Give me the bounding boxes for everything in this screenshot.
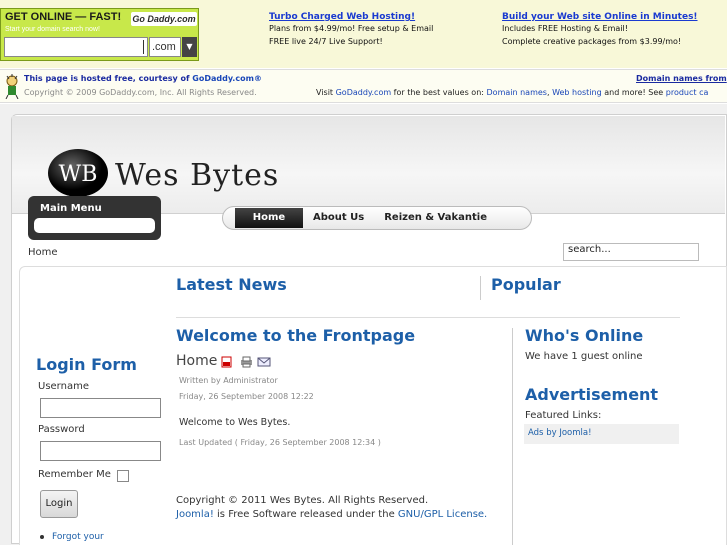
footer-copyright: Copyright © 2011 Wes Bytes. All Rights R… (176, 495, 429, 506)
godaddy-link[interactable]: GoDaddy.com® (192, 74, 262, 83)
hosted-notice-text: This page is hosted free, courtesy of (24, 74, 193, 83)
search-input[interactable]: search... (563, 243, 699, 261)
ad-bar: GET ONLINE — FAST! Start your domain sea… (0, 0, 727, 68)
latest-news-title: Latest News (176, 275, 287, 294)
forgot-password-link[interactable]: Forgot your (52, 532, 104, 542)
godaddy-logo: Go Daddy.com (131, 12, 197, 26)
hosted-notice: This page is hosted free, courtesy of Go… (24, 74, 262, 83)
ad-website-line2: Complete creative packages from $3.99/mo… (502, 37, 682, 46)
login-button[interactable]: Login (40, 490, 78, 518)
article-heading: Home (176, 353, 218, 369)
remember-checkbox[interactable] (117, 470, 129, 482)
promo-banner[interactable]: GET ONLINE — FAST! Start your domain sea… (0, 8, 199, 61)
username-field[interactable] (40, 398, 161, 418)
divider (480, 276, 481, 300)
ad-website-line1: Includes FREE Hosting & Email! (502, 24, 628, 33)
forgot-password-item[interactable]: Forgot your (40, 532, 104, 542)
print-icon[interactable] (241, 356, 252, 368)
visit-godaddy-link[interactable]: GoDaddy.com (336, 88, 392, 97)
joomla-link[interactable]: Joomla! (176, 509, 214, 520)
main-menu-list (34, 218, 155, 233)
advertisement-title: Advertisement (525, 385, 659, 404)
hosted-bar: This page is hosted free, courtesy of Go… (0, 69, 727, 103)
ad-hosting-line2: FREE live 24/7 Live Support! (269, 37, 383, 46)
domain-search-input[interactable] (4, 37, 148, 57)
godaddy-mascot-icon (5, 74, 19, 99)
breadcrumb: Home (28, 247, 58, 258)
main-nav: Home About Us Reizen & Vakantie (222, 206, 532, 230)
chevron-down-icon[interactable]: ▼ (182, 37, 197, 57)
nav-about-us[interactable]: About Us (303, 208, 374, 228)
domain-names-visit-link[interactable]: Domain names (487, 88, 547, 97)
visit-tail: and more! See (601, 88, 666, 97)
username-label: Username (38, 381, 89, 392)
ad-hosting-link[interactable]: Turbo Charged Web Hosting! (269, 12, 433, 22)
wb-logo-icon[interactable]: WB (46, 148, 110, 198)
promo-subtitle: Start your domain search now! (5, 26, 100, 33)
divider (512, 328, 513, 545)
visit-prefix: Visit (316, 88, 336, 97)
article-body: Welcome to Wes Bytes. (179, 417, 291, 428)
promo-title: GET ONLINE — FAST! (5, 11, 122, 23)
divider (176, 317, 680, 318)
nav-reizen-vakantie[interactable]: Reizen & Vakantie (374, 208, 497, 228)
footer-license: Joomla! is Free Software released under … (176, 509, 487, 520)
whos-online-title: Who's Online (525, 326, 644, 345)
password-field[interactable] (40, 441, 161, 461)
article-updated: Last Updated ( Friday, 26 September 2008… (179, 438, 381, 447)
logo-text: WB (59, 162, 98, 187)
article-date: Friday, 26 September 2008 12:22 (179, 392, 314, 401)
featured-links-label: Featured Links: (525, 410, 602, 421)
ad-hosting-line1: Plans from $4.99/mo! Free setup & Email (269, 24, 434, 33)
product-catalog-link[interactable]: product ca (666, 88, 709, 97)
domain-suffix-select[interactable]: .com (149, 37, 181, 57)
footer-license-text: is Free Software released under the (213, 509, 398, 520)
visit-line: Visit GoDaddy.com for the best values on… (316, 88, 709, 97)
gpl-license-link[interactable]: GNU/GPL License. (398, 509, 487, 520)
visit-mid: for the best values on: (391, 88, 487, 97)
pdf-icon[interactable] (221, 356, 232, 368)
ads-by-joomla-link[interactable]: Ads by Joomla! (528, 428, 591, 438)
article-title[interactable]: Welcome to the Frontpage (176, 326, 415, 345)
password-label: Password (38, 424, 85, 435)
bullet-icon (40, 534, 44, 539)
ad-hosting: Turbo Charged Web Hosting! Plans from $4… (269, 12, 433, 48)
page: { "ad_bar": { "promo_title": "GET ONLINE… (0, 0, 727, 545)
site-name[interactable]: Wes Bytes (115, 158, 279, 193)
ad-website-link[interactable]: Build your Web site Online in Minutes! (502, 12, 698, 22)
main-menu-title: Main Menu (40, 203, 102, 214)
domain-names-link[interactable]: Domain names from (636, 74, 727, 83)
remember-label: Remember Me (38, 469, 111, 480)
login-form-title: Login Form (36, 355, 137, 374)
email-icon[interactable] (257, 357, 271, 367)
nav-home[interactable]: Home (235, 208, 303, 228)
article-author: Written by Administrator (179, 376, 278, 385)
ad-website: Build your Web site Online in Minutes! I… (502, 12, 698, 48)
web-hosting-link[interactable]: Web hosting (552, 88, 602, 97)
popular-title: Popular (491, 275, 561, 294)
godaddy-copyright: Copyright © 2009 GoDaddy.com, Inc. All R… (24, 88, 257, 97)
article-tools (221, 356, 271, 368)
online-count: We have 1 guest online (525, 351, 643, 362)
main-menu-module: Main Menu (28, 196, 161, 240)
